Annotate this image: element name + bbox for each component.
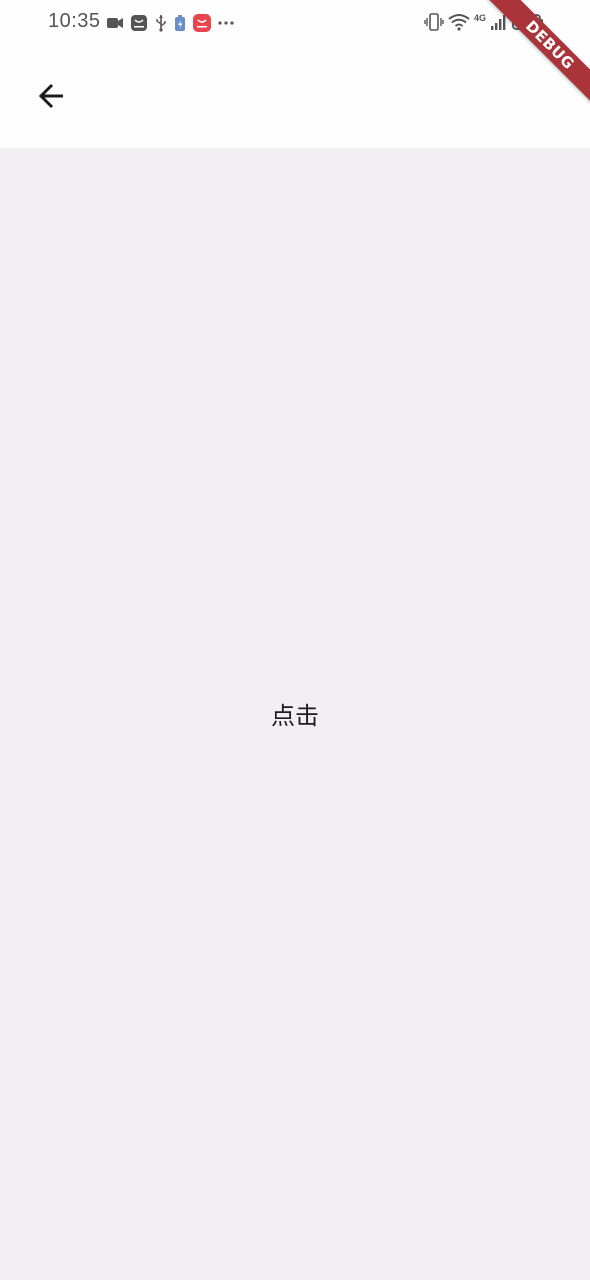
battery-saver-icon xyxy=(174,14,186,32)
back-button[interactable] xyxy=(28,72,76,120)
battery-icon xyxy=(512,13,544,31)
status-icons-left xyxy=(106,12,234,34)
page-body: 点击 xyxy=(0,148,590,1280)
signal-icon xyxy=(490,13,508,31)
more-dots-icon xyxy=(218,20,234,26)
network-type-label: 4G xyxy=(474,13,487,23)
video-camera-icon xyxy=(106,16,124,30)
usb-icon xyxy=(154,14,168,32)
app-store-icon xyxy=(130,14,148,32)
app-bar xyxy=(0,46,590,148)
tap-text-button[interactable]: 点击 xyxy=(0,696,590,731)
status-bar: 10:35 4G xyxy=(0,0,590,46)
status-time: 10:35 xyxy=(48,10,101,32)
4g-icon: 4G xyxy=(474,13,486,23)
vibrate-icon xyxy=(424,13,444,31)
wifi-icon xyxy=(448,13,470,31)
shopping-app-icon xyxy=(192,13,212,33)
arrow-back-icon xyxy=(36,80,68,112)
status-icons-right: 4G xyxy=(424,11,544,33)
